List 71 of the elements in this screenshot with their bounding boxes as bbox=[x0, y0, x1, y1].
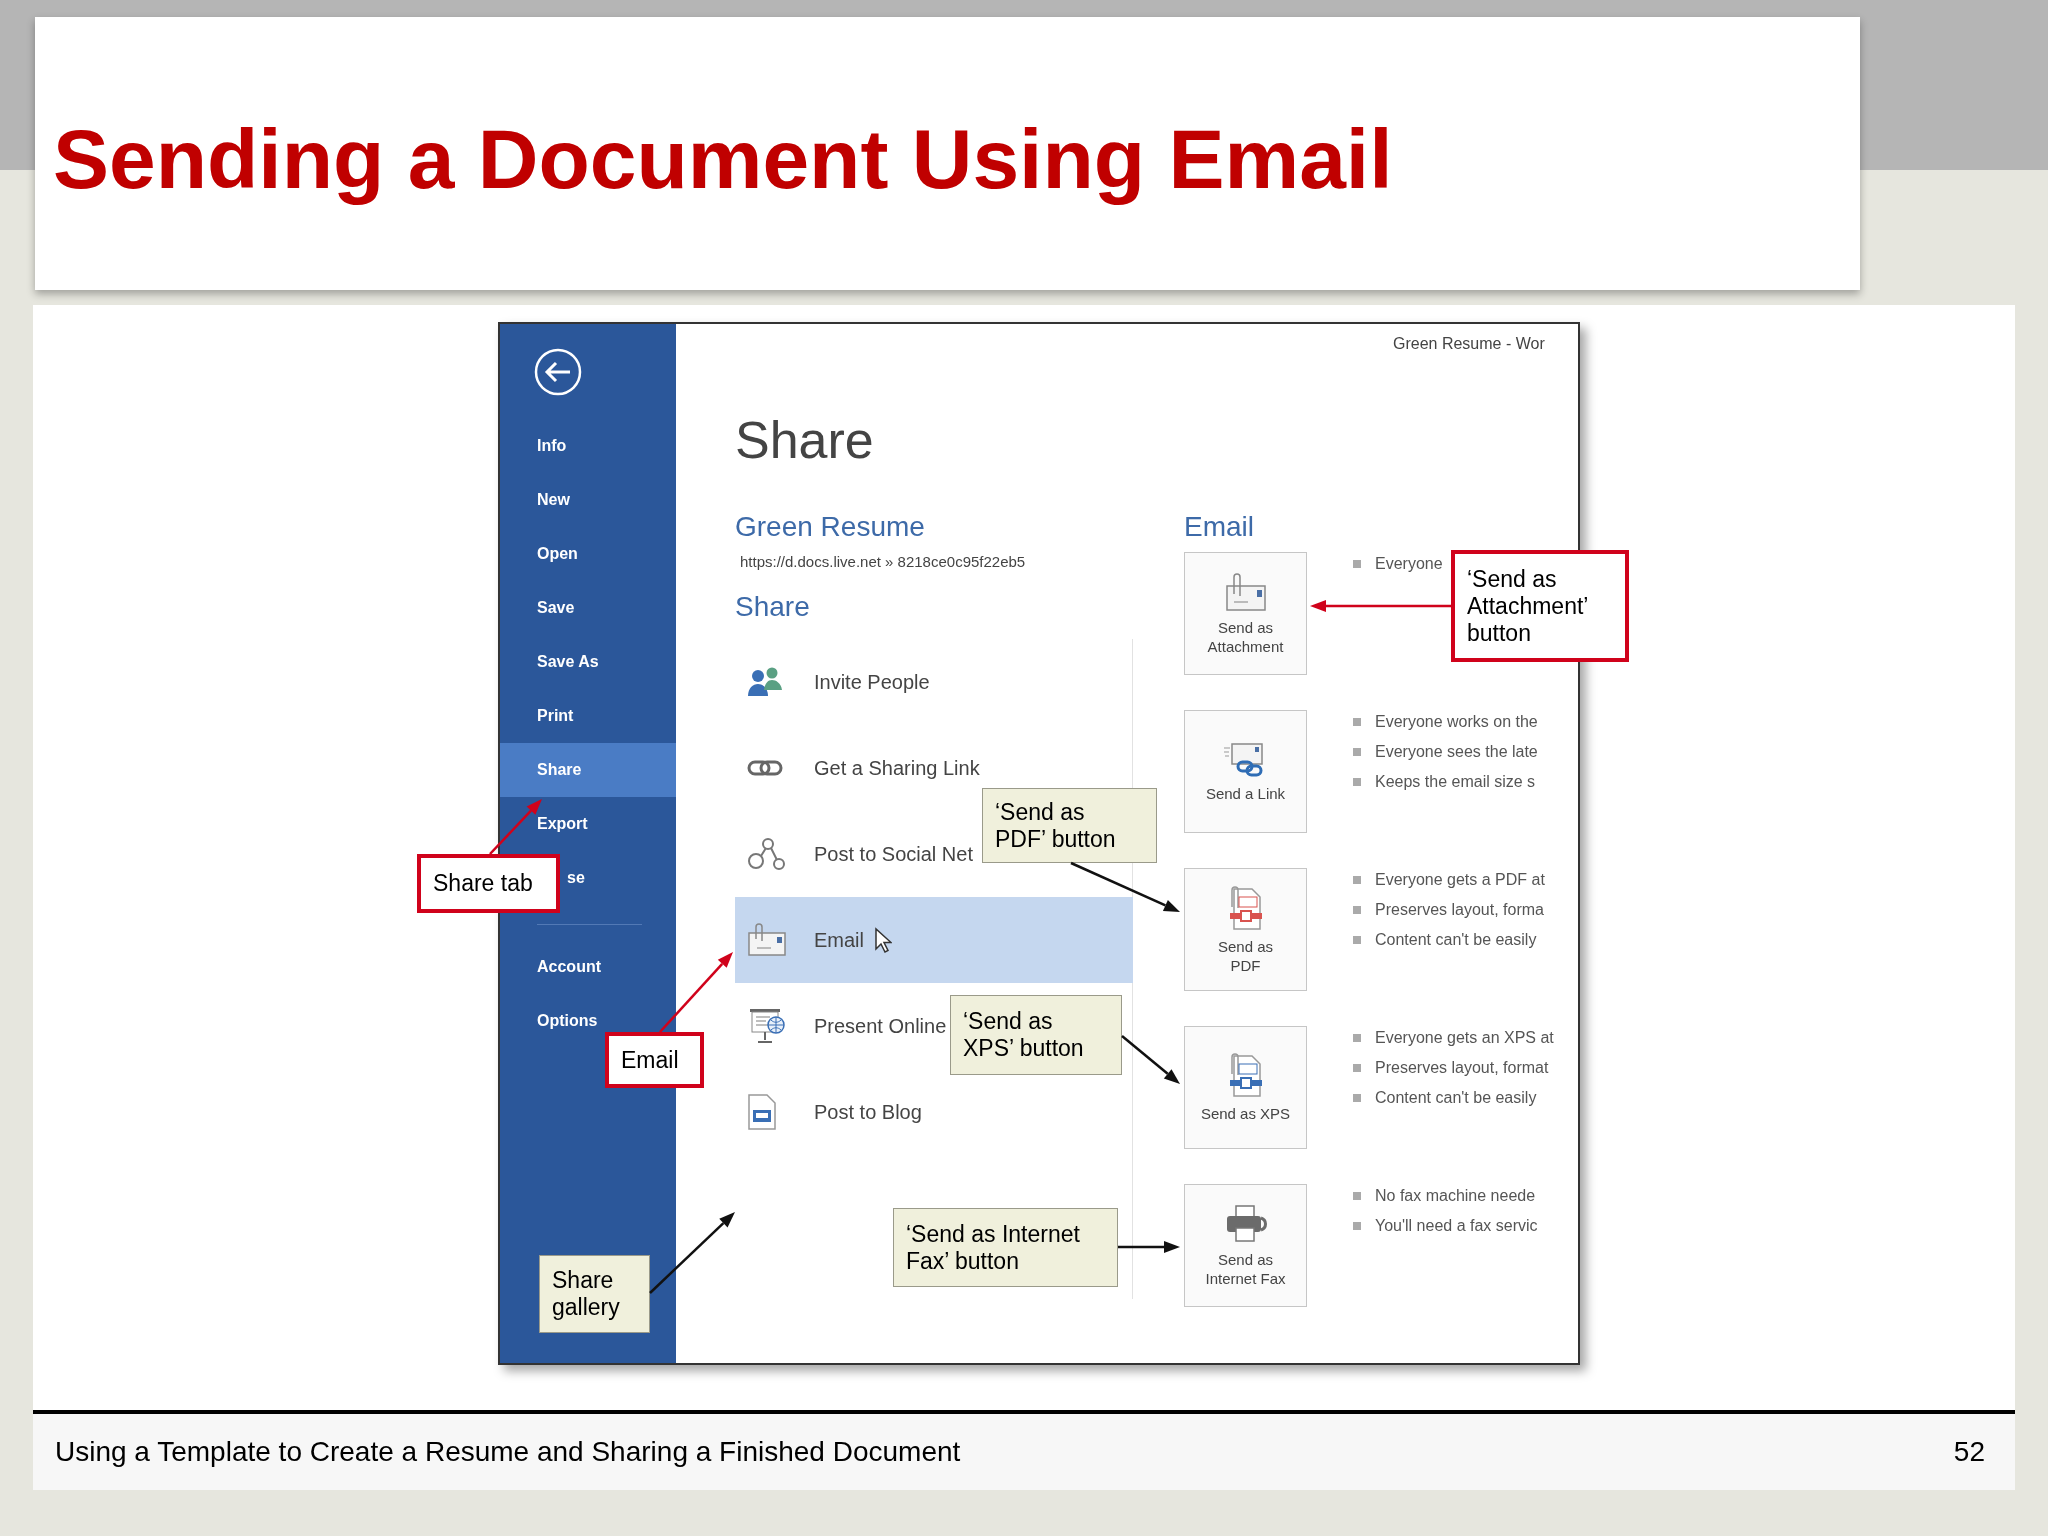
bullet-icon bbox=[1353, 1192, 1361, 1200]
sidebar-item[interactable]: Share bbox=[500, 743, 676, 797]
note-text: Preserves layout, forma bbox=[1375, 900, 1544, 920]
note-text: Preserves layout, format bbox=[1375, 1058, 1549, 1078]
sidebar-item[interactable]: Print bbox=[500, 689, 676, 743]
sidebar-item[interactable]: se bbox=[567, 851, 585, 905]
note-text: No fax machine neede bbox=[1375, 1186, 1536, 1206]
bullet-icon bbox=[1353, 718, 1361, 726]
bullet-icon bbox=[1353, 1222, 1361, 1230]
callout-label: ‘Send as XPS’ button bbox=[950, 995, 1122, 1075]
note-text: Everyone gets an XPS at bbox=[1375, 1028, 1554, 1048]
document-icon bbox=[747, 1093, 777, 1131]
document-url: https://d.docs.live.net » 8218ce0c95f22eb5 bbox=[739, 552, 1027, 572]
email-option-button[interactable]: Send as Internet Fax bbox=[1184, 1184, 1307, 1307]
sidebar-item[interactable]: Export bbox=[500, 797, 676, 851]
share-option[interactable]: Post to Blog bbox=[735, 1069, 922, 1155]
email-option-button[interactable]: Send as XPS bbox=[1184, 1026, 1307, 1149]
note-text: Content can't be easily bbox=[1375, 1088, 1537, 1108]
bullet-icon bbox=[1353, 876, 1361, 884]
sidebar-item[interactable]: Account bbox=[500, 940, 676, 994]
bullet-icon bbox=[1353, 906, 1361, 914]
sidebar-item[interactable]: Save As bbox=[500, 635, 676, 689]
section-heading: Share bbox=[735, 590, 811, 624]
sidebar-item[interactable]: Info bbox=[500, 419, 676, 473]
sidebar-item[interactable]: Save bbox=[500, 581, 676, 635]
envelope-icon bbox=[747, 923, 787, 957]
callout-label: Email bbox=[605, 1032, 704, 1088]
bullet-icon bbox=[1353, 560, 1361, 568]
share-option[interactable]: Invite People bbox=[735, 639, 930, 725]
bullet-icon bbox=[1353, 936, 1361, 944]
arrow bbox=[1118, 1241, 1180, 1253]
callout-label: Share gallery bbox=[539, 1255, 650, 1333]
note-text: Everyone gets a PDF at bbox=[1375, 870, 1545, 890]
slide-title: Sending a Document Using Email bbox=[53, 110, 1393, 208]
share-option[interactable]: Get a Sharing Link bbox=[735, 725, 980, 811]
page-number: 52 bbox=[1953, 1435, 1985, 1469]
bullet-icon bbox=[1353, 1064, 1361, 1072]
callout-label: ‘Send as Attachment’ button bbox=[1451, 550, 1629, 662]
note-text: Keeps the email size s bbox=[1375, 772, 1536, 792]
email-option-button[interactable]: Send as PDF bbox=[1184, 868, 1307, 991]
window-title: Green Resume - Wor bbox=[1392, 334, 1546, 354]
sidebar-item[interactable]: New bbox=[500, 473, 676, 527]
bullet-icon bbox=[1353, 778, 1361, 786]
presentation-icon bbox=[747, 1006, 787, 1046]
envelope-icon bbox=[1223, 571, 1268, 612]
section-heading: Email bbox=[1184, 510, 1255, 544]
note-text: Content can't be easily bbox=[1375, 930, 1537, 950]
note-text: Everyone works on the bbox=[1375, 712, 1538, 732]
callout-label: Share tab bbox=[417, 854, 560, 913]
share-option[interactable]: Present Online bbox=[735, 983, 947, 1069]
note-text: Everyone sees the late bbox=[1375, 742, 1538, 762]
callout-label: ‘Send as Internet Fax’ button bbox=[893, 1208, 1118, 1287]
link-icon bbox=[747, 759, 783, 777]
callout-label: ‘Send as PDF’ button bbox=[982, 788, 1157, 863]
email-option-button[interactable]: Send a Link bbox=[1184, 710, 1307, 833]
note-text: You'll need a fax servic bbox=[1375, 1216, 1538, 1236]
bullet-icon bbox=[1353, 1094, 1361, 1102]
bullet-icon bbox=[1353, 1034, 1361, 1042]
bullet-icon bbox=[1353, 748, 1361, 756]
note-text: Everyone bbox=[1375, 554, 1443, 574]
arrow bbox=[1121, 1035, 1180, 1084]
page-heading: Share bbox=[735, 410, 875, 470]
share-nodes-icon bbox=[747, 837, 785, 871]
document-name: Green Resume bbox=[735, 510, 926, 544]
people-icon bbox=[747, 666, 783, 698]
share-option[interactable]: Email bbox=[735, 897, 1133, 983]
footer-text: Using a Template to Create a Resume and Sharing a Finished Document bbox=[55, 1435, 961, 1469]
share-option[interactable]: Post to Social Net bbox=[735, 811, 973, 897]
cursor-icon bbox=[874, 927, 892, 953]
email-option-button[interactable]: Send as Attachment bbox=[1184, 552, 1307, 675]
sidebar-item[interactable]: Open bbox=[500, 527, 676, 581]
